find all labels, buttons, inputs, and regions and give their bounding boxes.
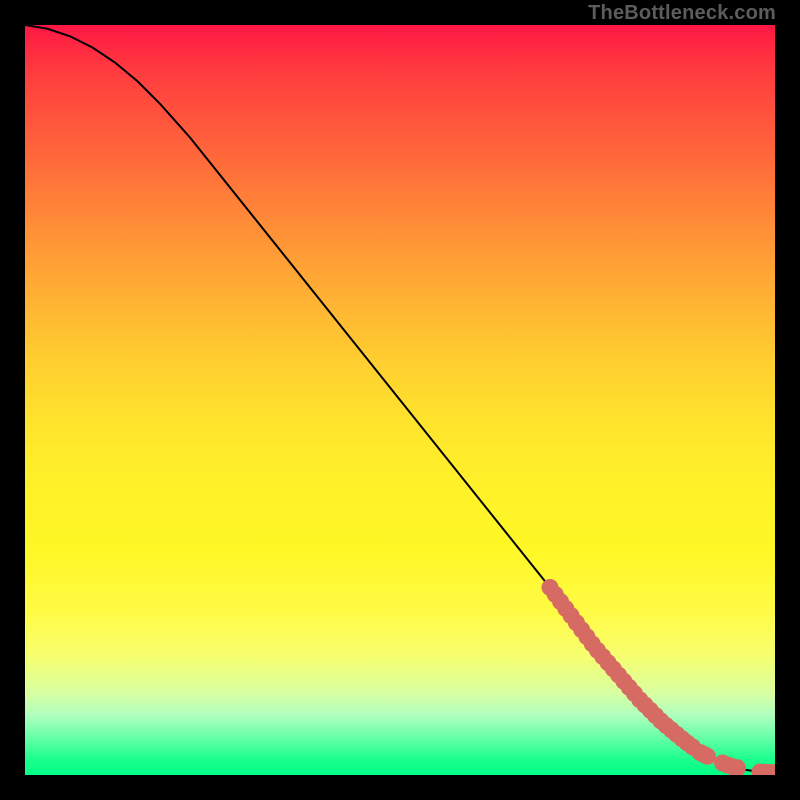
- series-marker: [542, 579, 559, 596]
- series-marker: [757, 764, 774, 775]
- series-marker: [663, 721, 680, 738]
- series-marker: [615, 673, 632, 690]
- chart-stage: TheBottleneck.com: [0, 0, 800, 800]
- series-marker: [752, 764, 769, 776]
- series-marker: [692, 744, 709, 761]
- series-marker: [573, 621, 590, 638]
- series-marker: [762, 764, 776, 775]
- series-marker: [605, 660, 622, 677]
- series-marker: [626, 685, 643, 702]
- series-marker: [684, 738, 701, 755]
- curve-path: [25, 25, 775, 773]
- series-marker: [697, 747, 714, 764]
- series-marker: [621, 679, 638, 696]
- curve-layer: [25, 25, 775, 775]
- series-marker: [568, 614, 585, 631]
- series-marker: [679, 734, 696, 751]
- series-marker: [563, 607, 580, 624]
- gradient-plot: [25, 25, 775, 775]
- series-marker: [652, 712, 669, 729]
- series-marker: [767, 764, 776, 775]
- watermark-text: TheBottleneck.com: [588, 2, 776, 25]
- series-markers: [542, 579, 776, 775]
- series-marker: [729, 759, 746, 775]
- series-marker: [668, 726, 685, 743]
- series-marker: [589, 642, 606, 659]
- series-marker: [594, 648, 611, 665]
- series-marker: [578, 628, 595, 645]
- series-marker: [557, 600, 574, 617]
- series-marker: [631, 691, 648, 708]
- series-marker: [552, 593, 569, 610]
- series-marker: [547, 586, 564, 603]
- series-marker: [658, 717, 675, 734]
- series-marker: [724, 758, 741, 775]
- series-marker: [642, 702, 659, 719]
- series-marker: [699, 748, 716, 765]
- series-marker: [637, 697, 654, 714]
- series-marker: [714, 755, 731, 772]
- series-marker: [647, 707, 664, 724]
- series-marker: [673, 730, 690, 747]
- series-marker: [584, 635, 601, 652]
- series-marker: [694, 745, 711, 762]
- series-marker: [610, 667, 627, 684]
- series-marker: [719, 757, 736, 774]
- series-marker: [600, 654, 617, 671]
- main-curve: [25, 25, 775, 773]
